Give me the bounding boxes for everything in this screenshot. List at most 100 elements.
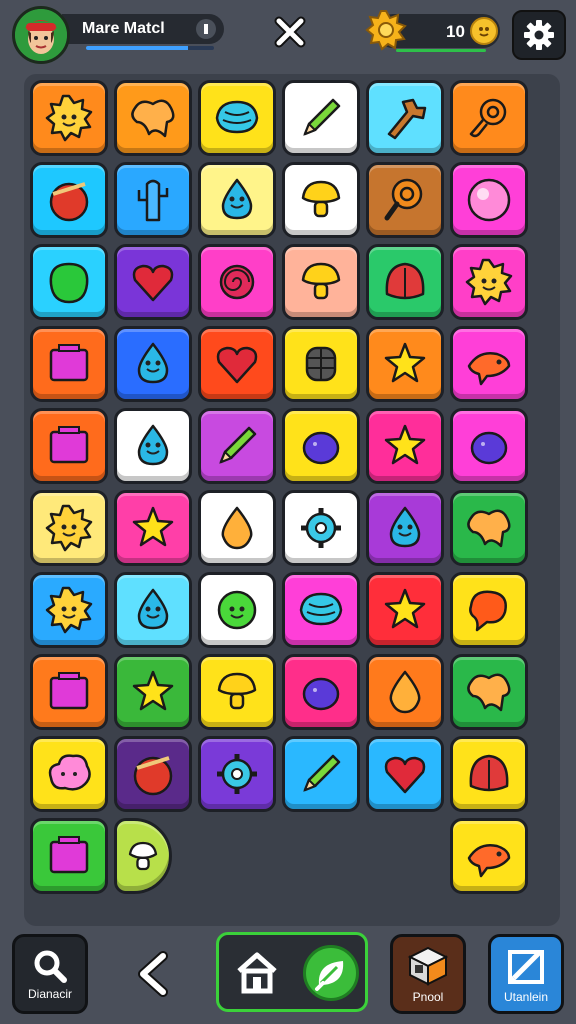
tile-drop[interactable]	[366, 654, 444, 730]
tile-square[interactable]	[30, 818, 108, 894]
tile-ball-face[interactable]	[198, 572, 276, 648]
edit-button[interactable]: Utanlein	[488, 934, 564, 1014]
pencil-icon	[303, 754, 341, 792]
sun-face-icon	[45, 586, 93, 634]
tile-square[interactable]	[30, 654, 108, 730]
tile-swirl[interactable]	[450, 80, 528, 156]
home-button[interactable]	[229, 945, 285, 1001]
tile-balloon[interactable]	[450, 572, 528, 648]
tile-drop-face[interactable]	[114, 408, 192, 484]
tile-shell[interactable]	[282, 572, 360, 648]
bone-icon	[387, 98, 427, 140]
tile-pencil[interactable]	[198, 408, 276, 484]
tile-fish[interactable]	[450, 326, 528, 402]
tile-leaf[interactable]	[366, 244, 444, 320]
drop-face-icon	[137, 588, 169, 630]
tile-heart[interactable]	[114, 244, 192, 320]
player-name: Mare Matcl	[82, 20, 165, 37]
tile-cactus[interactable]	[114, 162, 192, 238]
tile-blob[interactable]	[114, 80, 192, 156]
leaf-button[interactable]	[303, 945, 359, 1001]
tile-grenade[interactable]	[282, 326, 360, 402]
xp-progress-bar	[86, 46, 214, 50]
info-icon[interactable]	[196, 19, 216, 39]
tile-star[interactable]	[366, 408, 444, 484]
tile-berry[interactable]	[282, 654, 360, 730]
tile-sun-face[interactable]	[30, 80, 108, 156]
tile-gear[interactable]	[282, 490, 360, 566]
tile-mushroom-half[interactable]	[114, 818, 172, 894]
tile-bubble[interactable]	[450, 162, 528, 238]
tile-fish[interactable]	[450, 818, 528, 894]
tile-blob[interactable]	[450, 490, 528, 566]
pencil-icon	[303, 98, 341, 136]
pool-button[interactable]: Pnool	[390, 934, 466, 1014]
berry-icon	[302, 431, 340, 465]
tile-drop-face[interactable]	[198, 162, 276, 238]
close-icon	[274, 16, 306, 48]
tile-magnifier[interactable]	[366, 162, 444, 238]
star-icon	[132, 670, 174, 711]
tile-sun-face[interactable]	[450, 244, 528, 320]
coin-icon	[470, 17, 498, 45]
player-panel[interactable]: Mare Matcl	[62, 14, 224, 44]
tile-leaf[interactable]	[450, 736, 528, 812]
coin-progress-bar	[396, 49, 486, 52]
tile-berry[interactable]	[282, 408, 360, 484]
tile-sun-face[interactable]	[30, 572, 108, 648]
heart-icon	[132, 264, 174, 302]
drop-face-icon	[137, 342, 169, 384]
tile-pencil[interactable]	[282, 736, 360, 812]
star-icon	[132, 506, 174, 547]
tile-drop[interactable]	[198, 490, 276, 566]
tile-berry[interactable]	[450, 408, 528, 484]
tile-star[interactable]	[366, 326, 444, 402]
tile-drop-face[interactable]	[114, 326, 192, 402]
tile-square[interactable]	[30, 408, 108, 484]
chevron-left-icon	[138, 951, 168, 997]
tile-board	[24, 74, 560, 926]
tile-star[interactable]	[114, 654, 192, 730]
tile-mushroom[interactable]	[282, 162, 360, 238]
tile-star[interactable]	[114, 490, 192, 566]
tile-heart[interactable]	[198, 326, 276, 402]
bottom-bar: Dianacir Pnool Utanlein	[0, 930, 576, 1024]
tile-pencil[interactable]	[282, 80, 360, 156]
tile-bone[interactable]	[366, 80, 444, 156]
berry-icon	[302, 677, 340, 711]
close-button[interactable]	[270, 12, 310, 52]
sun-face-icon	[45, 94, 93, 142]
tile-gear[interactable]	[198, 736, 276, 812]
tile-cloud[interactable]	[30, 736, 108, 812]
grenade-icon	[305, 346, 337, 382]
tile-mushroom[interactable]	[198, 654, 276, 730]
tile-ball[interactable]	[114, 736, 192, 812]
star-icon	[384, 588, 426, 629]
bubble-icon	[467, 178, 511, 222]
tile-ball[interactable]	[30, 162, 108, 238]
star-icon	[384, 424, 426, 465]
settings-button[interactable]	[512, 10, 566, 60]
tile-gem[interactable]	[30, 244, 108, 320]
tile-heart[interactable]	[366, 736, 444, 812]
tile-sun-face[interactable]	[30, 490, 108, 566]
mushroom-icon	[301, 180, 341, 218]
star-icon	[384, 342, 426, 383]
edit-icon	[508, 950, 544, 984]
pencil-icon	[219, 426, 257, 464]
avatar[interactable]	[12, 6, 70, 64]
tile-blob[interactable]	[450, 654, 528, 730]
tile-shell[interactable]	[198, 80, 276, 156]
balloon-icon	[469, 590, 507, 632]
tile-star[interactable]	[366, 572, 444, 648]
back-button[interactable]	[126, 944, 180, 1004]
mushroom-icon	[301, 262, 341, 300]
mushroom-half-icon	[128, 841, 158, 871]
tile-drop-face[interactable]	[114, 572, 192, 648]
search-button[interactable]: Dianacir	[12, 934, 88, 1014]
tile-mushroom[interactable]	[282, 244, 360, 320]
tile-rose[interactable]	[198, 244, 276, 320]
tile-drop-face[interactable]	[366, 490, 444, 566]
berry-icon	[470, 431, 508, 465]
tile-square[interactable]	[30, 326, 108, 402]
